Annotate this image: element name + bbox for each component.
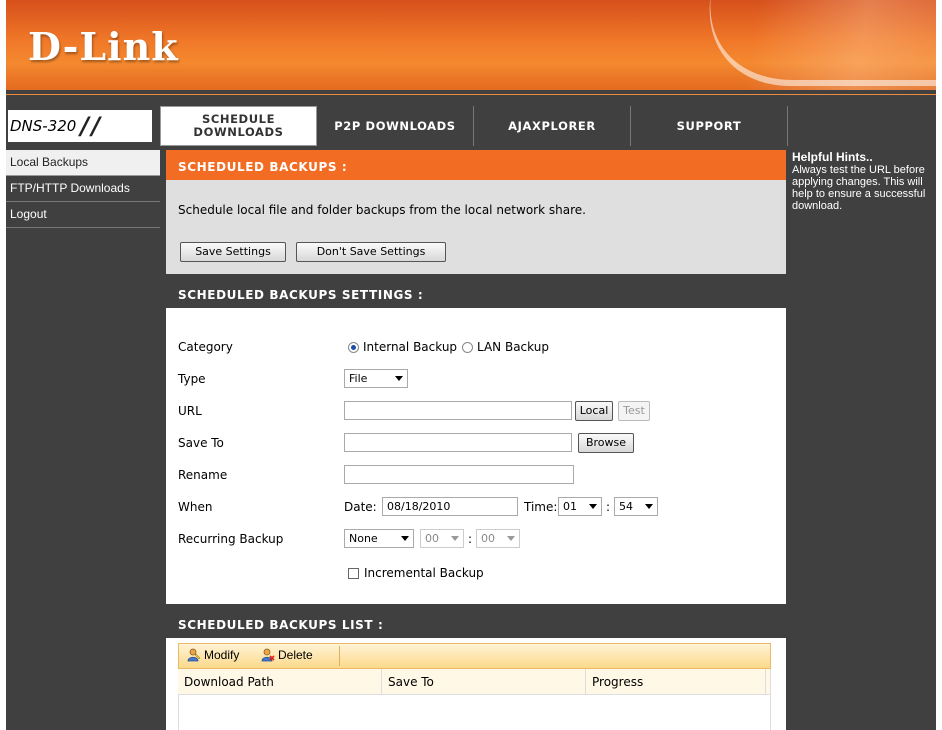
sidebar: Local Backups FTP/HTTP Downloads Logout xyxy=(6,150,160,228)
main-tabs: SCHEDULE DOWNLOADS P2P DOWNLOADS AJAXPLO… xyxy=(160,106,790,146)
lan-backup-label: LAN Backup xyxy=(477,340,549,354)
list-panel: Modify Delete Download Path Save To Prog… xyxy=(166,638,786,730)
rename-input[interactable] xyxy=(344,465,574,484)
incremental-backup-checkbox[interactable] xyxy=(348,568,359,579)
time-hour-select[interactable]: 01 xyxy=(558,497,602,516)
tab-p2p-downloads[interactable]: P2P DOWNLOADS xyxy=(317,106,474,146)
type-label: Type xyxy=(178,372,206,386)
settings-panel: Category Internal Backup LAN Backup Type… xyxy=(166,308,786,604)
hints-title: Helpful Hints.. xyxy=(792,150,873,164)
chevron-down-icon xyxy=(589,504,597,509)
recurring-backup-label: Recurring Backup xyxy=(178,532,284,546)
dont-save-settings-button[interactable]: Don't Save Settings xyxy=(296,242,446,262)
tab-ajaxplorer[interactable]: AJAXPLORER xyxy=(474,106,631,146)
column-header-progress[interactable]: Progress xyxy=(586,669,766,695)
recurring-minute-select[interactable]: 00 xyxy=(476,529,520,548)
list-header: SCHEDULED BACKUPS LIST : xyxy=(166,608,786,638)
column-header-save-to[interactable]: Save To xyxy=(382,669,586,695)
tab-schedule-downloads[interactable]: SCHEDULE DOWNLOADS xyxy=(160,106,317,146)
app-frame: D-Link DNS-320 / / SCHEDULE DOWNLOADS P2… xyxy=(6,0,936,730)
sidebar-item-local-backups[interactable]: Local Backups xyxy=(6,150,160,176)
category-label: Category xyxy=(178,340,233,354)
scheduled-backups-description: Schedule local file and folder backups f… xyxy=(178,203,586,217)
dlink-logo: D-Link xyxy=(28,24,179,69)
sidebar-item-ftp-http-downloads[interactable]: FTP/HTTP Downloads xyxy=(6,176,160,202)
settings-header: SCHEDULED BACKUPS SETTINGS : xyxy=(166,278,786,308)
time-separator: : xyxy=(606,500,611,514)
model-name: DNS-320 xyxy=(10,117,77,135)
lan-backup-radio[interactable] xyxy=(462,342,473,353)
url-input[interactable] xyxy=(344,401,572,420)
modify-button[interactable]: Modify xyxy=(187,648,239,662)
time-label: Time: xyxy=(524,500,558,514)
date-input[interactable]: 08/18/2010 xyxy=(382,497,518,516)
list-toolbar: Modify Delete xyxy=(178,643,771,669)
recurring-hour-select[interactable]: 00 xyxy=(420,529,464,548)
save-to-input[interactable] xyxy=(344,433,572,452)
header-divider xyxy=(6,90,936,102)
chevron-down-icon xyxy=(507,536,515,541)
delete-button[interactable]: Delete xyxy=(261,648,313,662)
scheduled-backups-panel: Schedule local file and folder backups f… xyxy=(166,180,786,274)
type-select[interactable]: File xyxy=(344,369,408,388)
sidebar-item-logout[interactable]: Logout xyxy=(6,202,160,228)
header-banner: D-Link xyxy=(6,0,936,90)
when-label: When xyxy=(178,500,213,514)
model-slash-icon: / / xyxy=(80,112,100,140)
save-settings-button[interactable]: Save Settings xyxy=(180,242,286,262)
column-header-filler xyxy=(766,669,771,695)
save-to-label: Save To xyxy=(178,436,224,450)
model-badge: DNS-320 / / xyxy=(6,106,154,148)
chevron-down-icon xyxy=(395,376,403,381)
recurring-separator: : xyxy=(468,532,473,546)
chevron-down-icon xyxy=(451,536,459,541)
url-label: URL xyxy=(178,404,202,418)
chevron-down-icon xyxy=(401,536,409,541)
tab-support[interactable]: SUPPORT xyxy=(631,106,788,146)
browse-button[interactable]: Browse xyxy=(578,433,634,453)
chevron-down-icon xyxy=(645,504,653,509)
date-label: Date: xyxy=(344,500,377,514)
user-delete-icon xyxy=(261,648,275,662)
local-button[interactable]: Local xyxy=(575,401,613,421)
test-button[interactable]: Test xyxy=(618,401,650,421)
rename-label: Rename xyxy=(178,468,228,482)
helpful-hints: Helpful Hints.. Always test the URL befo… xyxy=(792,151,934,212)
internal-backup-radio[interactable] xyxy=(348,342,359,353)
toolbar-divider xyxy=(339,646,340,666)
scheduled-backups-header: SCHEDULED BACKUPS : xyxy=(166,150,786,180)
list-body xyxy=(178,695,771,730)
column-header-download-path[interactable]: Download Path xyxy=(178,669,382,695)
time-minute-select[interactable]: 54 xyxy=(614,497,658,516)
user-edit-icon xyxy=(187,648,201,662)
recurring-select[interactable]: None xyxy=(344,529,414,548)
incremental-backup-label: Incremental Backup xyxy=(364,566,484,580)
main-content: SCHEDULED BACKUPS : Schedule local file … xyxy=(166,150,786,730)
internal-backup-label: Internal Backup xyxy=(363,340,458,354)
hints-text: Always test the URL before applying chan… xyxy=(792,164,926,212)
